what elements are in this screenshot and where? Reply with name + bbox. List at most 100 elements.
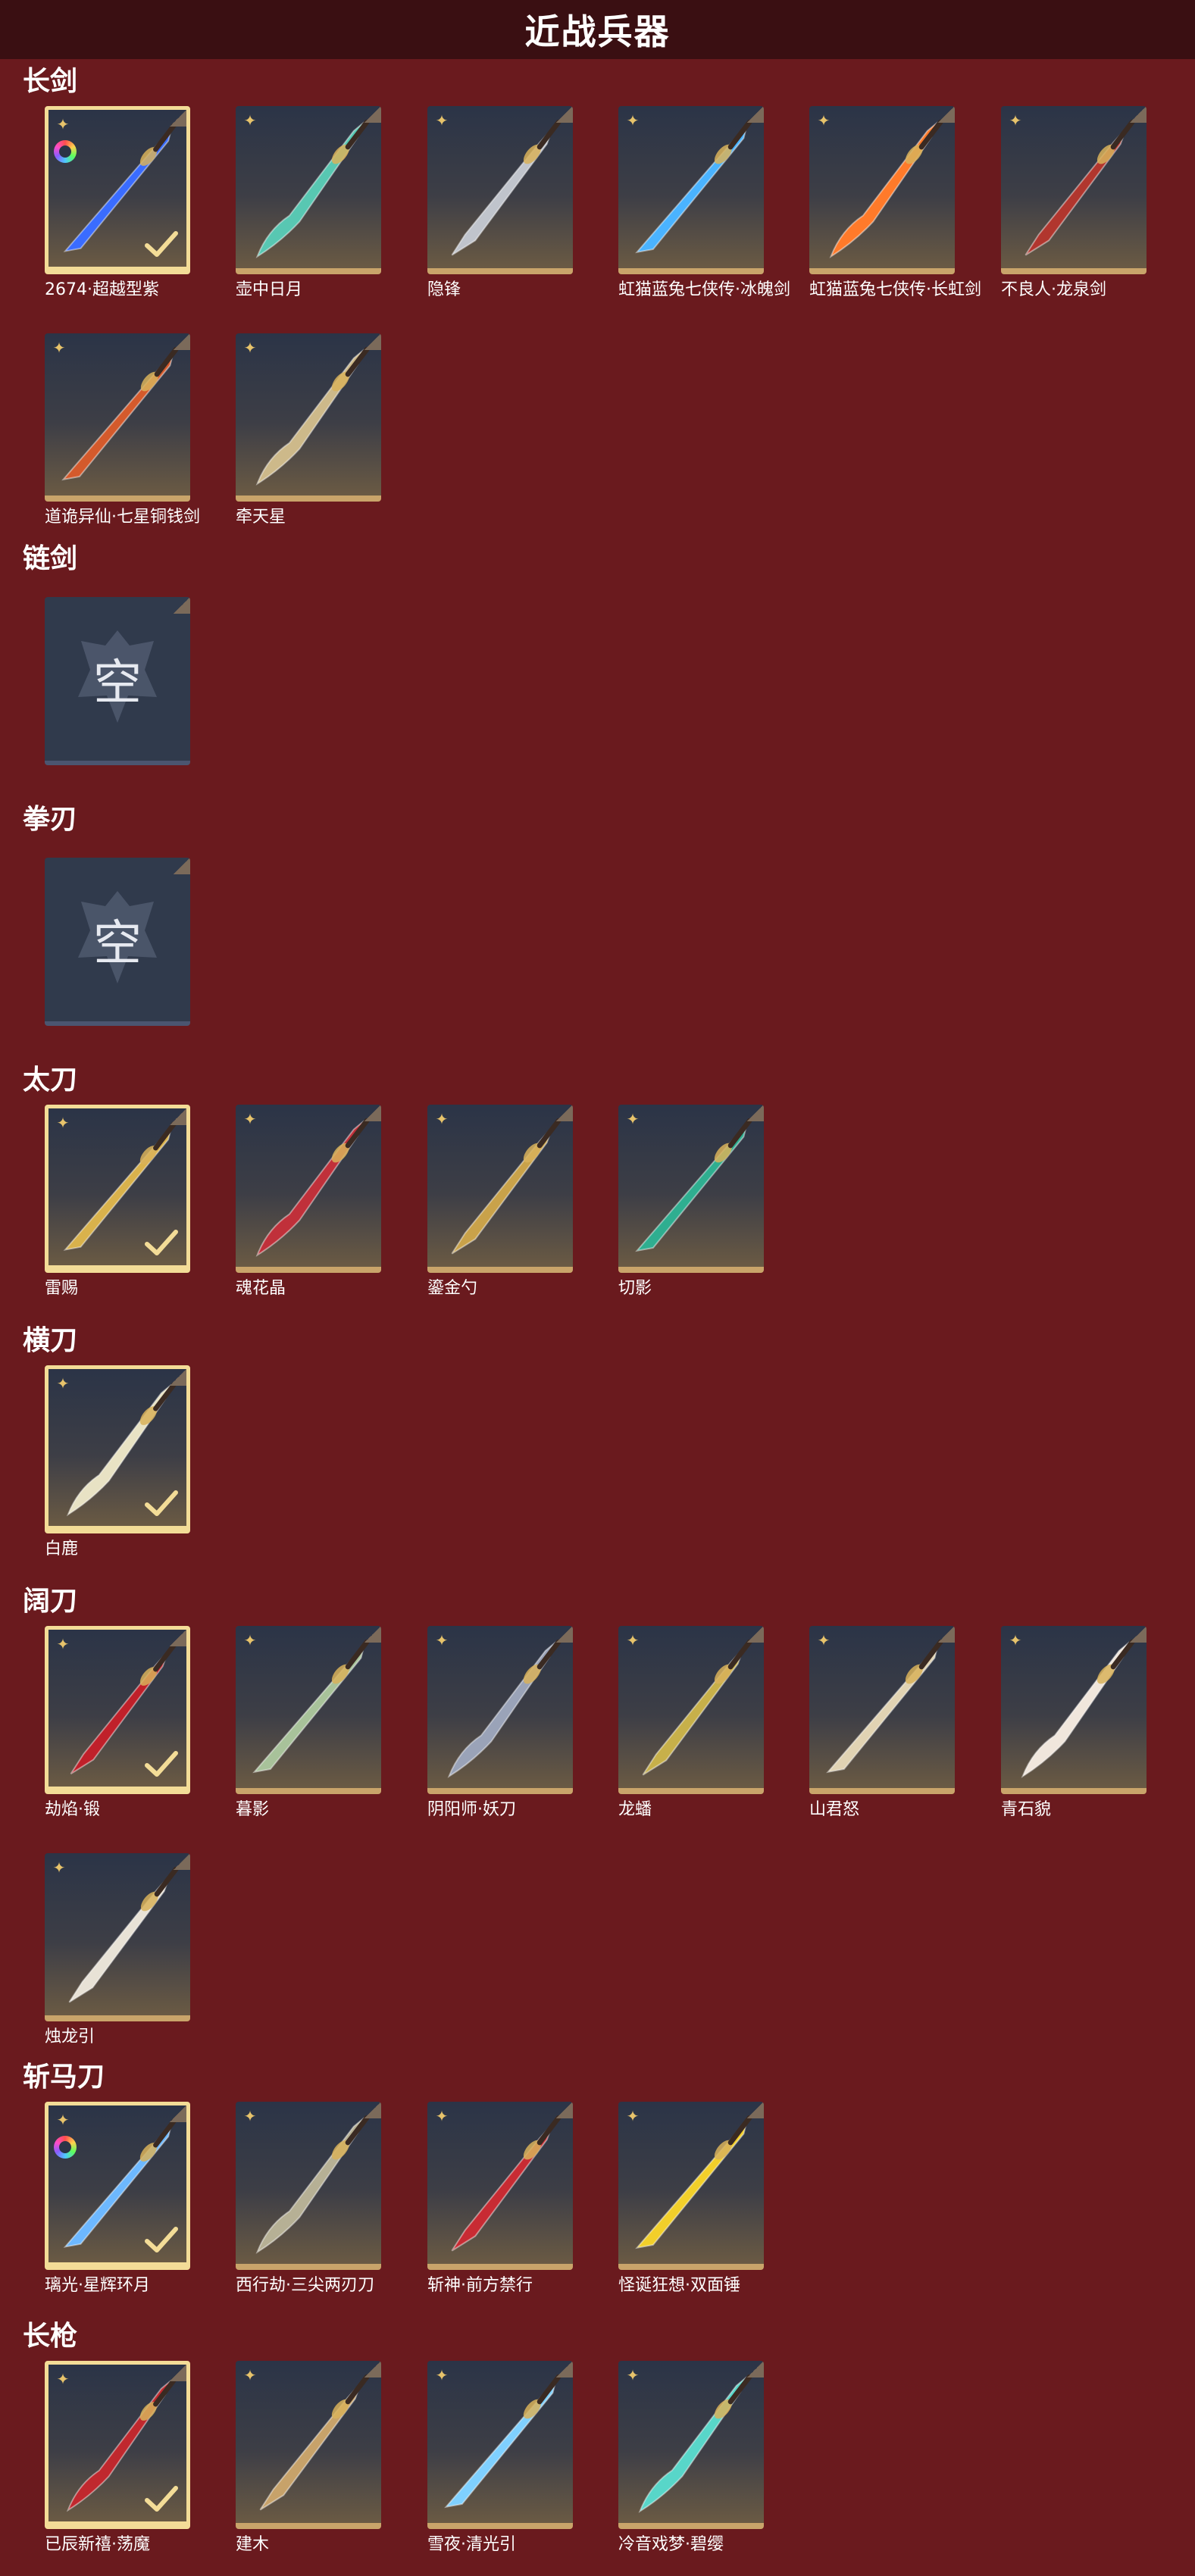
weapon-card[interactable]: ✦ [236, 1105, 381, 1273]
corner-flag [556, 2361, 573, 2377]
weapon-name: 西行劫·三尖两刃刀 [236, 2276, 374, 2295]
weapon-image [635, 2115, 752, 2249]
weapon-image [252, 1639, 370, 1774]
weapon-image [1025, 119, 1135, 256]
corner-flag [170, 2365, 186, 2381]
corner-flag [556, 106, 573, 123]
weapon-card[interactable]: ✦ [45, 1853, 190, 2021]
weapon-card[interactable]: ✦ [236, 2102, 381, 2270]
corner-flag [170, 1369, 186, 1386]
section-title: 链剑 [23, 543, 78, 574]
rank-star-icon: ✦ [52, 1859, 66, 1877]
section-title: 拳刃 [23, 804, 78, 835]
check-icon [145, 2486, 178, 2512]
weapon-card[interactable]: ✦ [45, 1626, 190, 1794]
weapon-card[interactable]: ✦ [618, 106, 764, 274]
rank-star-icon: ✦ [56, 1114, 70, 1132]
rank-star-icon: ✦ [56, 115, 70, 133]
weapon-name: 山君怒 [809, 1800, 860, 1819]
corner-flag [170, 1630, 186, 1646]
weapon-card[interactable]: ✦ [618, 2102, 764, 2270]
weapon-card[interactable]: ✦ [427, 1626, 573, 1794]
weapon-name: 白鹿 [45, 1540, 79, 1558]
weapon-name: 鎏金勺 [427, 1279, 478, 1298]
weapon-card[interactable]: ✦ [427, 1105, 573, 1273]
weapon-image [635, 1118, 752, 1252]
corner-flag [556, 1626, 573, 1643]
weapon-card[interactable]: ✦ [236, 2361, 381, 2529]
weapon-card[interactable]: ✦ [236, 333, 381, 502]
rank-star-icon: ✦ [243, 2107, 257, 2125]
rank-star-icon: ✦ [435, 1110, 449, 1128]
weapon-name: 不良人·龙泉剑 [1001, 280, 1106, 299]
empty-slot-label: 空 [93, 916, 142, 972]
weapon-name: 青石貌 [1001, 1800, 1052, 1819]
weapon-name: 劫焰·锻 [45, 1800, 100, 1819]
check-icon [145, 1490, 178, 1516]
weapon-card[interactable]: ✦ [45, 1105, 190, 1273]
weapon-image [826, 1639, 943, 1774]
rank-star-icon: ✦ [1009, 1631, 1022, 1649]
corner-flag [364, 1105, 381, 1121]
empty-slot[interactable]: 空 [45, 858, 190, 1026]
weapon-name: 已辰新禧·荡魔 [45, 2535, 150, 2554]
corner-flag [747, 1105, 764, 1121]
weapon-name: 壶中日月 [236, 280, 303, 299]
rank-star-icon: ✦ [435, 1631, 449, 1649]
rank-star-icon: ✦ [626, 1110, 640, 1128]
rank-star-icon: ✦ [435, 111, 449, 130]
weapon-image [255, 346, 370, 486]
empty-slot[interactable]: 空 [45, 597, 190, 765]
rank-star-icon: ✦ [817, 111, 831, 130]
weapon-image [61, 346, 179, 481]
weapon-image [255, 119, 370, 258]
weapon-name: 斩神·前方禁行 [427, 2276, 533, 2295]
weapon-card[interactable]: ✦ [618, 1105, 764, 1273]
weapon-card[interactable]: ✦ [1001, 1626, 1147, 1794]
rank-star-icon: ✦ [243, 1631, 257, 1649]
corner-flag [364, 333, 381, 350]
weapon-card[interactable]: ✦ [427, 106, 573, 274]
weapon-name: 虹猫蓝兔七侠传·长虹剑 [809, 280, 981, 299]
weapon-card[interactable]: ✦ [809, 1626, 955, 1794]
rank-star-icon: ✦ [626, 2107, 640, 2125]
corner-flag [747, 1626, 764, 1643]
rank-star-icon: ✦ [1009, 111, 1022, 130]
check-icon [145, 2227, 178, 2252]
rank-star-icon: ✦ [817, 1631, 831, 1649]
weapon-card[interactable]: ✦ [427, 2361, 573, 2529]
weapon-card[interactable]: ✦ [45, 1365, 190, 1533]
weapon-image [447, 1639, 562, 1778]
rank-star-icon: ✦ [56, 2111, 70, 2129]
corner-flag [174, 858, 190, 874]
weapon-image [255, 2115, 370, 2254]
weapon-card[interactable]: ✦ [236, 106, 381, 274]
weapon-card[interactable]: ✦ [45, 2102, 190, 2270]
weapon-card[interactable]: ✦ [809, 106, 955, 274]
weapon-name: 龙蟠 [618, 1800, 652, 1819]
corner-flag [170, 1108, 186, 1125]
weapon-card[interactable]: ✦ [618, 1626, 764, 1794]
weapon-name: 暮影 [236, 1800, 270, 1819]
corner-flag [747, 2102, 764, 2118]
weapon-card[interactable]: ✦ [427, 2102, 573, 2270]
weapon-card[interactable]: ✦ [618, 2361, 764, 2529]
weapon-name: 冷音戏梦·碧缨 [618, 2535, 724, 2554]
rank-star-icon: ✦ [56, 2370, 70, 2388]
rank-star-icon: ✦ [243, 339, 257, 357]
weapon-name: 烛龙引 [45, 2027, 95, 2046]
check-icon [145, 1230, 178, 1255]
weapon-card[interactable]: ✦ [45, 333, 190, 502]
weapon-card[interactable]: ✦ [1001, 106, 1147, 274]
weapon-card[interactable]: ✦ [45, 2361, 190, 2529]
weapon-image [1021, 1639, 1135, 1778]
empty-slot-label: 空 [93, 655, 142, 711]
weapon-card[interactable]: ✦ [236, 1626, 381, 1794]
corner-flag [747, 106, 764, 123]
rank-star-icon: ✦ [626, 1631, 640, 1649]
rank-star-icon: ✦ [56, 1374, 70, 1393]
section-title: 斩马刀 [23, 2062, 105, 2093]
section-title: 长剑 [23, 66, 78, 97]
weapon-card[interactable]: ✦ [45, 106, 190, 274]
corner-flag [938, 106, 955, 123]
